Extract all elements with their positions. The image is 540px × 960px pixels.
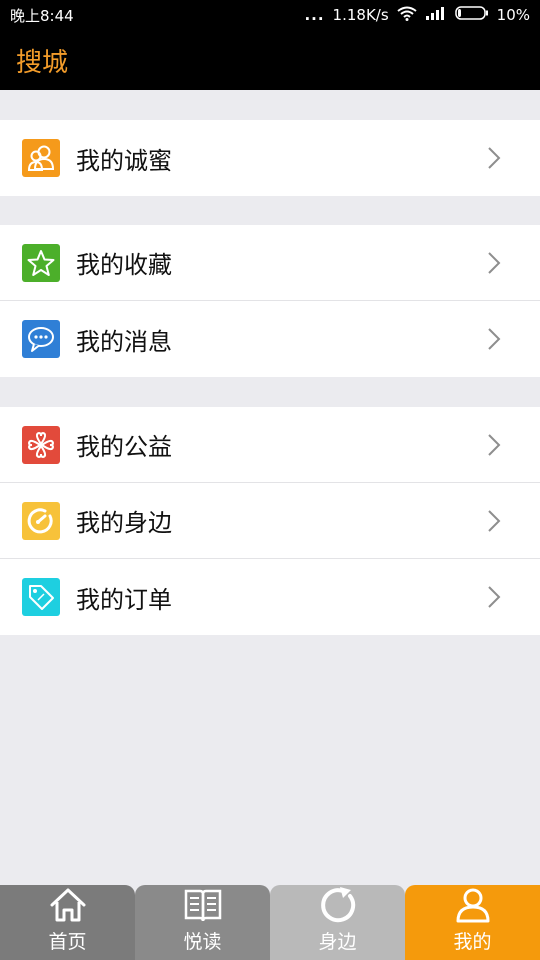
menu-item-messages[interactable]: 我的消息 <box>0 301 540 377</box>
chat-bubble-icon <box>22 320 60 358</box>
network-speed: 1.18K/s <box>332 6 389 24</box>
chevron-right-icon <box>474 425 514 465</box>
status-bar: 晚上8:44 ... 1.18K/s 10% <box>0 0 540 30</box>
star-icon <box>22 243 60 282</box>
person-icon <box>452 885 494 925</box>
friends-icon <box>22 139 60 177</box>
battery-level: 10% <box>496 6 530 24</box>
menu-item-label: 我的公益 <box>76 433 172 461</box>
chevron-right-icon <box>474 501 514 541</box>
menu-group-2: 我的收藏 我的消息 <box>0 225 540 377</box>
status-right: ... 1.18K/s 10% <box>304 6 530 25</box>
status-time: 晚上8:44 <box>10 6 74 25</box>
refresh-icon <box>317 885 359 925</box>
menu-item-label: 我的订单 <box>76 585 172 614</box>
menu-item-orders[interactable]: 我的订单 <box>0 559 540 635</box>
tab-label: 悦读 <box>183 931 222 953</box>
tab-label: 首页 <box>48 931 87 953</box>
signal-icon <box>425 6 447 24</box>
menu-item-favorites[interactable]: 我的收藏 <box>0 225 540 301</box>
menu-item-label: 我的收藏 <box>76 251 172 279</box>
notification-dots: ... <box>304 6 325 24</box>
clover-icon <box>22 425 60 464</box>
tab-mine[interactable]: 我的 <box>405 885 540 960</box>
menu-item-label: 我的诚蜜 <box>76 146 172 175</box>
menu-item-cheng-mi[interactable]: 我的诚蜜 <box>0 120 540 196</box>
tab-nearby[interactable]: 身边 <box>270 885 405 960</box>
tab-label: 我的 <box>453 931 492 953</box>
nearby-icon <box>22 501 60 540</box>
chevron-right-icon <box>474 243 514 283</box>
bottom-tab-bar: 首页 悦读 身边 我的 <box>0 885 540 960</box>
chevron-right-icon <box>474 319 514 359</box>
book-icon <box>182 885 224 925</box>
chevron-right-icon <box>474 138 514 178</box>
app-header: 搜城 <box>0 30 540 90</box>
tab-reading[interactable]: 悦读 <box>135 885 270 960</box>
wifi-icon <box>397 6 417 25</box>
battery-icon <box>454 6 489 24</box>
tab-home[interactable]: 首页 <box>0 885 135 960</box>
menu-group-1: 我的诚蜜 <box>0 120 540 196</box>
page-title: 搜城 <box>16 47 69 78</box>
menu-item-charity[interactable]: 我的公益 <box>0 407 540 483</box>
sale-tag-icon <box>22 578 60 616</box>
tab-label: 身边 <box>318 931 357 953</box>
menu-item-label: 我的身边 <box>76 509 172 537</box>
menu-group-3: 我的公益 我的身边 我的订单 <box>0 407 540 635</box>
menu-item-nearby[interactable]: 我的身边 <box>0 483 540 559</box>
home-icon <box>47 885 89 925</box>
chevron-right-icon <box>474 577 514 617</box>
menu-item-label: 我的消息 <box>76 327 172 356</box>
